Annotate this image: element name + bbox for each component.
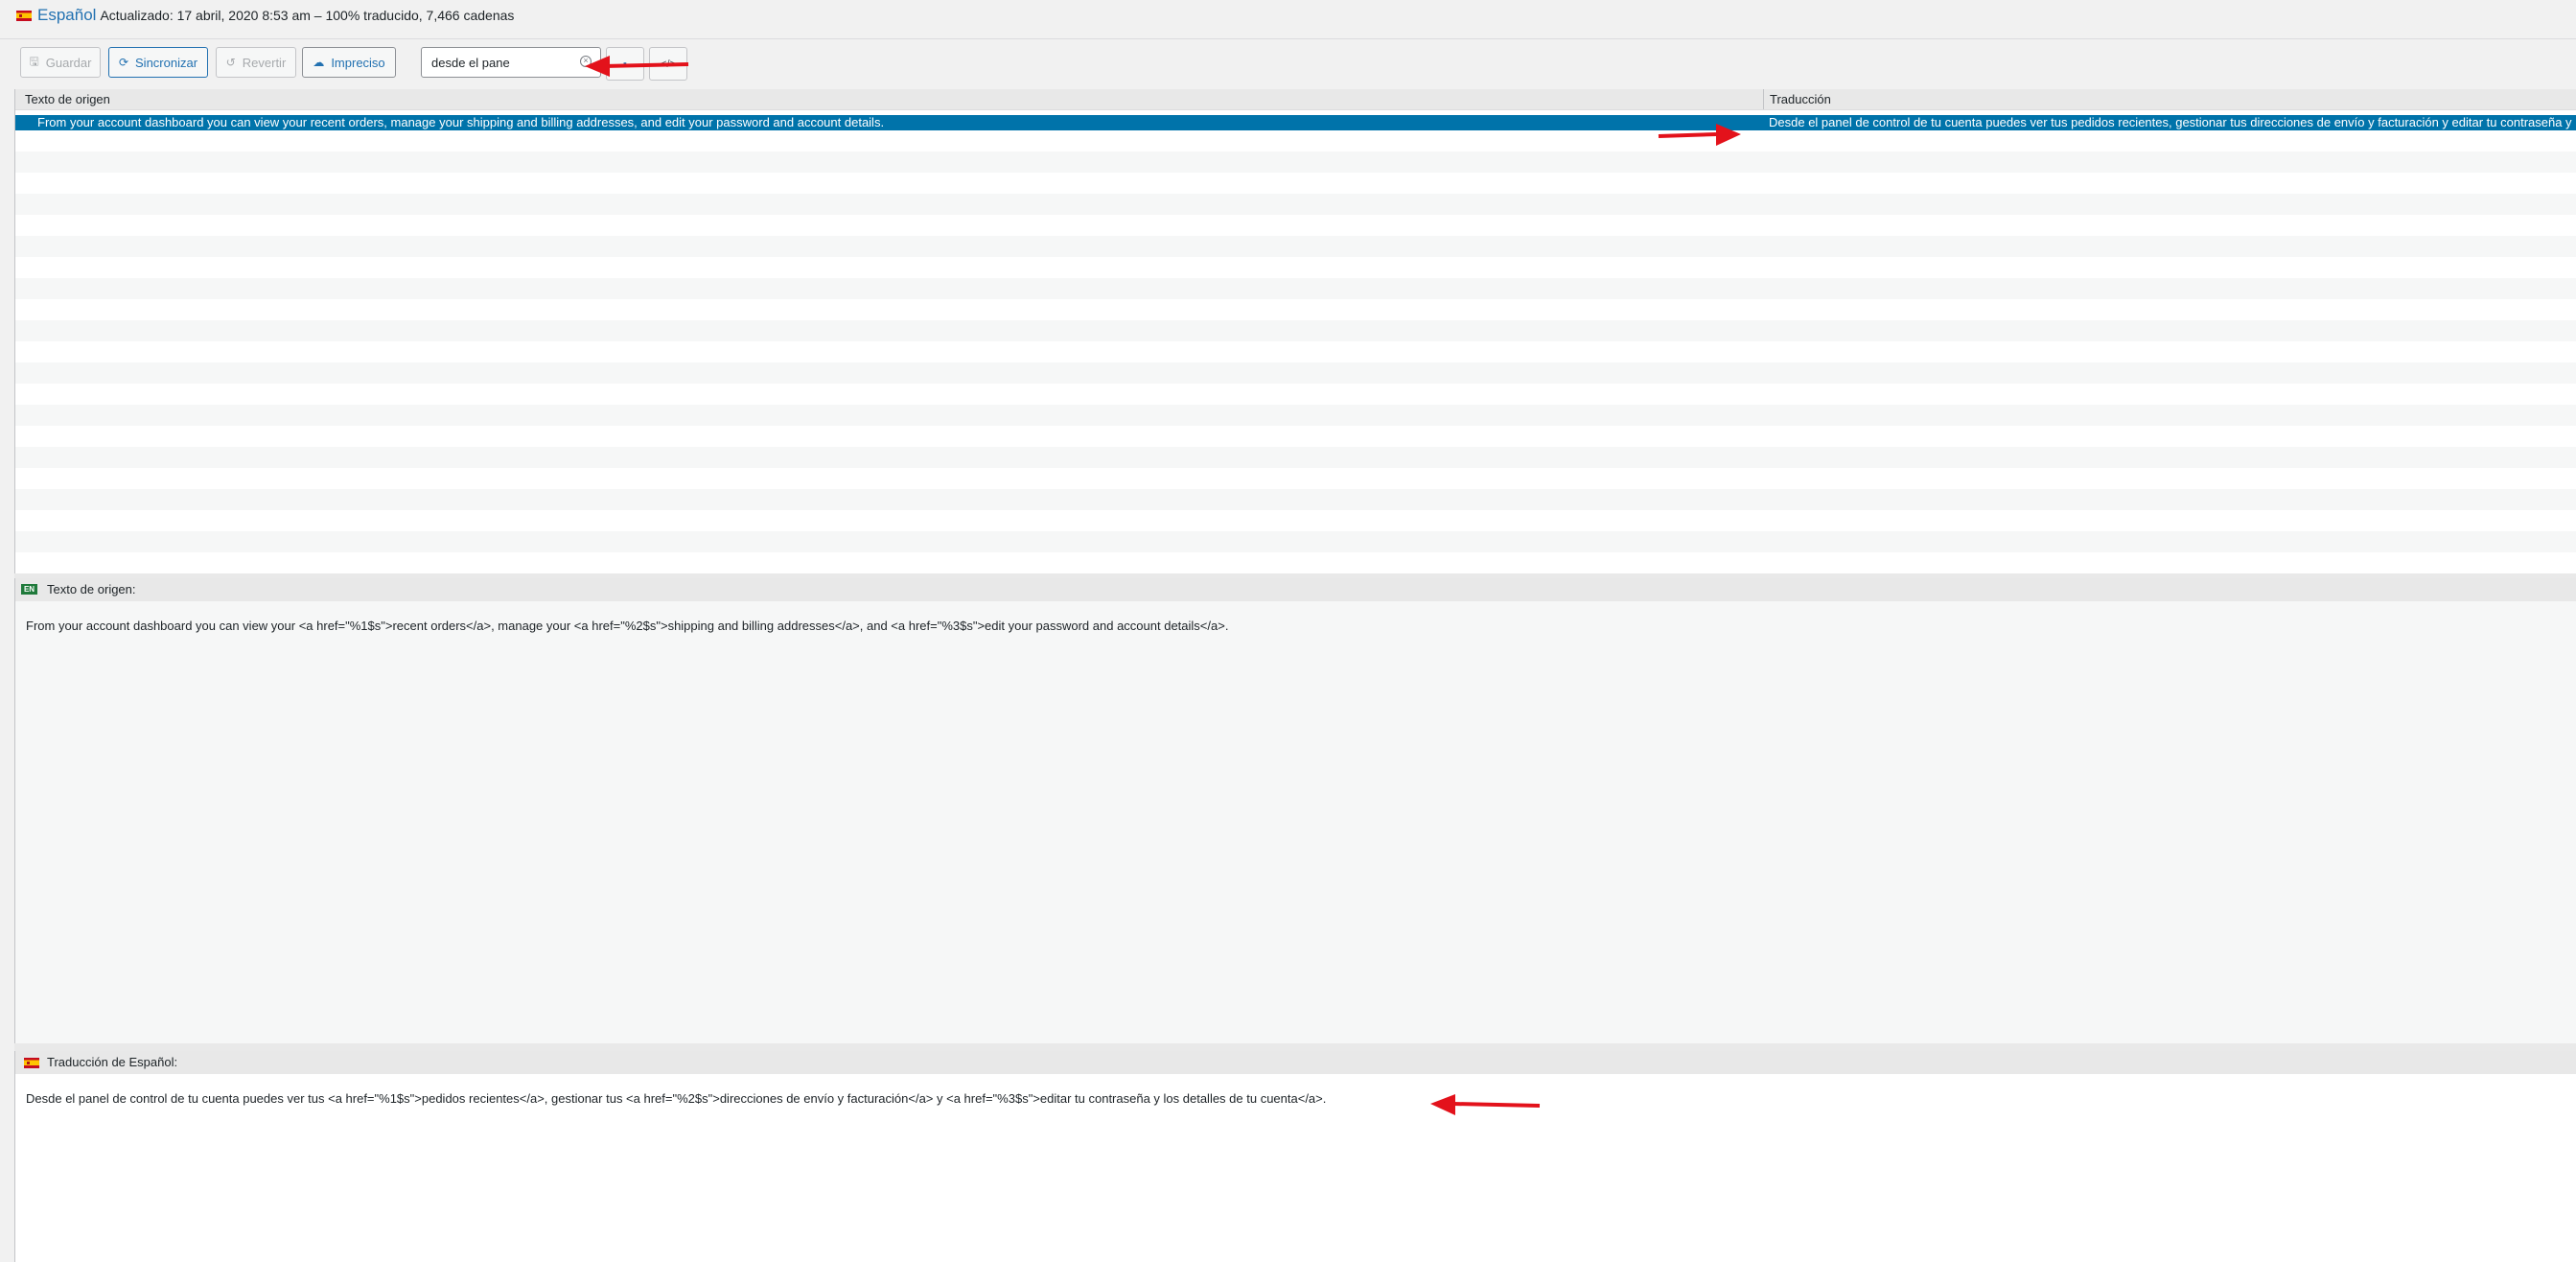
empty-row xyxy=(15,152,2576,173)
empty-row xyxy=(15,405,2576,426)
translation-panel-header: Traducción de Español: xyxy=(15,1051,2576,1075)
empty-row xyxy=(15,320,2576,341)
grid-header: Texto de origen Traducción xyxy=(15,89,2576,110)
revert-button-label: Revertir xyxy=(242,55,287,70)
empty-row xyxy=(15,194,2576,215)
fuzzy-button[interactable]: ☁ Impreciso xyxy=(302,47,396,78)
spain-flag-icon xyxy=(16,10,32,21)
search-input[interactable]: desde el pane × xyxy=(421,47,601,78)
empty-row xyxy=(15,362,2576,384)
source-text-panel: EN Texto de origen: From your account da… xyxy=(14,578,2576,1043)
translation-status: Actualizado: 17 abril, 2020 8:53 am – 10… xyxy=(100,8,515,23)
source-panel-header: EN Texto de origen: xyxy=(15,578,2576,602)
save-button-label: Guardar xyxy=(45,55,92,70)
sync-button-label: Sincronizar xyxy=(135,55,198,70)
editor-header: Español Actualizado: 17 abril, 2020 8:53… xyxy=(16,4,514,27)
source-text-area: From your account dashboard you can view… xyxy=(15,601,2576,1043)
en-language-tag: EN xyxy=(21,584,37,595)
save-button[interactable]: 🖫 Guardar xyxy=(20,47,101,78)
panel-resize-handle[interactable] xyxy=(14,1043,2576,1051)
fuzzy-button-label: Impreciso xyxy=(331,55,385,70)
revert-button[interactable]: ↺ Revertir xyxy=(216,47,296,78)
translation-panel-label: Traducción de Español: xyxy=(47,1055,178,1069)
source-text: From your account dashboard you can view… xyxy=(26,619,1229,633)
revert-icon: ↺ xyxy=(225,56,236,69)
cloud-icon: ☁ xyxy=(313,56,325,69)
empty-row xyxy=(15,489,2576,510)
spain-flag-icon xyxy=(24,1058,39,1068)
translation-textarea[interactable]: Desde el panel de control de tu cuenta p… xyxy=(15,1074,2576,1262)
strings-grid: Texto de origen Traducción From your acc… xyxy=(14,89,2576,573)
empty-row xyxy=(15,447,2576,468)
search-input-value: desde el pane xyxy=(431,55,510,70)
column-header-source[interactable]: Texto de origen xyxy=(25,92,110,106)
table-row[interactable]: From your account dashboard you can view… xyxy=(15,115,2576,130)
empty-row xyxy=(15,236,2576,257)
column-header-translation[interactable]: Traducción xyxy=(1770,92,1831,106)
language-link[interactable]: Español xyxy=(37,6,96,25)
header-divider xyxy=(0,38,2576,39)
empty-row xyxy=(15,278,2576,299)
annotation-arrow-search xyxy=(585,56,689,77)
save-icon: 🖫 xyxy=(29,54,39,68)
annotation-arrow-textarea xyxy=(1430,1094,1541,1115)
annotation-arrow-translation xyxy=(1658,124,1741,146)
sync-button[interactable]: ⟳ Sincronizar xyxy=(108,47,208,78)
row-source-text: From your account dashboard you can view… xyxy=(37,115,885,129)
column-separator[interactable] xyxy=(1763,89,1764,109)
source-panel-label: Texto de origen: xyxy=(47,582,136,596)
sync-icon: ⟳ xyxy=(118,56,129,69)
row-translation-text: Desde el panel de control de tu cuenta p… xyxy=(1769,115,2576,129)
translation-panel: Traducción de Español: Desde el panel de… xyxy=(14,1051,2576,1262)
translation-text: Desde el panel de control de tu cuenta p… xyxy=(26,1091,1327,1106)
loco-translate-editor: Español Actualizado: 17 abril, 2020 8:53… xyxy=(0,0,2576,1262)
empty-row xyxy=(15,531,2576,552)
